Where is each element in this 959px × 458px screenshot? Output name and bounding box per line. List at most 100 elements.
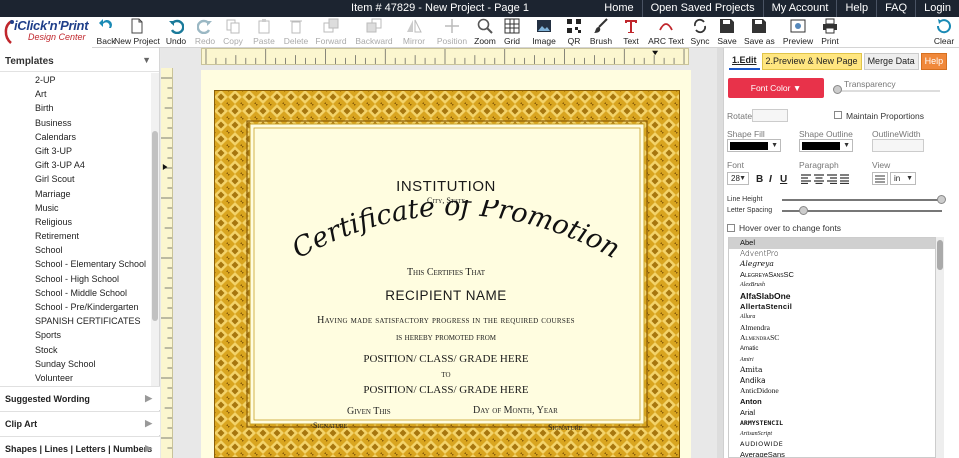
template-item[interactable]: School — [0, 243, 150, 257]
font-item[interactable]: ArtisanScript — [729, 429, 935, 440]
view-unit-select[interactable]: in ▼ — [890, 172, 916, 185]
image-button[interactable]: Image — [530, 18, 558, 46]
certificate-institution[interactable]: INSTITUTION — [201, 178, 691, 195]
template-item[interactable]: Retirement — [0, 229, 150, 243]
template-item[interactable]: Stock — [0, 343, 150, 357]
template-list-scrollbar[interactable] — [151, 73, 159, 388]
print-button[interactable]: Print — [818, 18, 842, 46]
template-item[interactable]: School - High School — [0, 272, 150, 286]
underline-button[interactable]: U — [780, 174, 787, 185]
section-clip-art[interactable]: Clip Art ▶ — [0, 411, 160, 435]
mirror-button[interactable]: Mirror — [400, 18, 428, 46]
certificate-given[interactable]: Given This — [347, 406, 391, 417]
backward-button[interactable]: Backward — [354, 18, 394, 46]
certificate-progress-line1[interactable]: Having made satisfactory progress in the… — [201, 315, 691, 326]
font-item[interactable]: AnticDidone — [729, 386, 935, 397]
font-item[interactable]: AverageSans — [729, 450, 935, 457]
clear-button[interactable]: Clear — [930, 18, 958, 46]
maintain-proportions-checkbox[interactable] — [834, 111, 842, 119]
line-height-slider[interactable] — [782, 199, 942, 201]
font-item[interactable]: Amita — [729, 365, 935, 376]
template-item[interactable]: School - Middle School — [0, 286, 150, 300]
delete-button[interactable]: Delete — [282, 18, 310, 46]
template-item[interactable]: Art — [0, 87, 150, 101]
template-item[interactable]: Marriage — [0, 187, 150, 201]
shape-outline-select[interactable]: ▼ — [799, 139, 853, 152]
transparency-knob[interactable] — [833, 85, 842, 94]
redo-button[interactable]: Redo — [193, 18, 217, 46]
transparency-slider[interactable] — [840, 90, 940, 92]
font-item[interactable]: AlfaSlabOne — [729, 291, 935, 302]
scrollbar-thumb[interactable] — [937, 240, 943, 270]
template-item[interactable]: School - Elementary School — [0, 257, 150, 271]
font-item[interactable]: Amatic — [729, 344, 935, 355]
certificate-progress-line2[interactable]: is hereby promoted from — [201, 332, 691, 343]
undo-button[interactable]: Undo — [163, 18, 189, 46]
template-item[interactable]: School - Pre/Kindergarten — [0, 300, 150, 314]
certificate-signature-right[interactable]: Signature — [548, 423, 582, 432]
brush-button[interactable]: Brush — [586, 18, 616, 46]
templates-header[interactable]: Templates ▼ — [0, 48, 159, 72]
certificate-date[interactable]: Day of Month, Year — [473, 405, 558, 416]
font-item[interactable]: AdventPro — [729, 249, 935, 260]
nav-open-saved-projects[interactable]: Open Saved Projects — [641, 0, 763, 17]
tab-help[interactable]: Help — [920, 53, 948, 70]
tab-merge-data[interactable]: Merge Data — [863, 53, 919, 70]
font-item[interactable]: Allura — [729, 312, 935, 323]
bold-button[interactable]: B — [756, 174, 763, 185]
tab-preview-new-page[interactable]: 2.Preview & New Page — [761, 53, 862, 70]
scrollbar-thumb[interactable] — [152, 131, 158, 321]
font-item[interactable]: Arial — [729, 408, 935, 419]
font-item[interactable]: Alegreya — [729, 259, 935, 270]
certificate-to[interactable]: to — [201, 369, 691, 380]
certificate-title-arc[interactable]: Certificate of Promotion — [286, 200, 626, 270]
font-item[interactable]: AlegreyaSansSC — [729, 270, 935, 281]
paste-button[interactable]: Paste — [250, 18, 278, 46]
template-item[interactable]: Sunday School — [0, 357, 150, 371]
template-item[interactable]: Girl Scout — [0, 172, 150, 186]
template-item[interactable]: SPANISH CERTIFICATES — [0, 314, 150, 328]
font-item[interactable]: Abel — [729, 238, 935, 249]
template-item[interactable]: Business — [0, 116, 150, 130]
nav-home[interactable]: Home — [596, 0, 641, 17]
template-item[interactable]: Volunteer — [0, 371, 150, 385]
rotate-input[interactable] — [752, 109, 788, 122]
template-item[interactable]: Gift 3-UP — [0, 144, 150, 158]
font-color-button[interactable]: Font Color ▼ — [728, 78, 824, 98]
logo[interactable]: iClick'n'Print Design Center — [0, 17, 92, 48]
nav-faq[interactable]: FAQ — [876, 0, 915, 17]
tab-edit[interactable]: 1.Edit — [729, 53, 760, 70]
zoom-button[interactable]: Zoom — [472, 18, 498, 46]
font-item[interactable]: Amiri — [729, 355, 935, 366]
qr-button[interactable]: QR — [562, 18, 586, 46]
font-item[interactable]: ArmyStencil — [729, 418, 935, 429]
italic-button[interactable]: I — [769, 174, 772, 185]
font-item[interactable]: Almendra — [729, 323, 935, 334]
certificate-certifies[interactable]: This Certifies That — [201, 267, 691, 278]
section-suggested-wording[interactable]: Suggested Wording ▶ — [0, 386, 160, 410]
forward-button[interactable]: Forward — [314, 18, 348, 46]
preview-button[interactable]: Preview — [782, 18, 814, 46]
save-button[interactable]: Save — [716, 18, 738, 46]
font-item[interactable]: Anton — [729, 397, 935, 408]
nav-my-account[interactable]: My Account — [762, 0, 837, 17]
view-toggle-icon[interactable] — [872, 172, 888, 185]
grid-button[interactable]: Grid — [500, 18, 524, 46]
template-item[interactable]: Religious — [0, 215, 150, 229]
arc-text-button[interactable]: ARC Text — [648, 18, 684, 46]
certificate-recipient[interactable]: RECIPIENT NAME — [201, 288, 691, 303]
section-shapes[interactable]: Shapes | Lines | Letters | Numbers ▶ — [0, 436, 160, 458]
hover-fonts-checkbox[interactable] — [727, 224, 735, 232]
font-list-scrollbar[interactable] — [936, 237, 944, 458]
template-item[interactable]: 2-UP — [0, 73, 150, 87]
text-button[interactable]: Text — [620, 18, 642, 46]
certificate-signature-left[interactable]: Signature — [313, 421, 347, 430]
template-item[interactable]: Sports — [0, 328, 150, 342]
nav-login[interactable]: Login — [915, 0, 959, 17]
font-item[interactable]: AlmendraSC — [729, 333, 935, 344]
shape-fill-select[interactable]: ▼ — [727, 139, 781, 152]
font-item[interactable]: AlexBrush — [729, 280, 935, 291]
font-item[interactable]: AllertaStencil — [729, 302, 935, 313]
save-as-button[interactable]: Save as — [744, 18, 775, 46]
letter-spacing-knob[interactable] — [799, 206, 808, 215]
